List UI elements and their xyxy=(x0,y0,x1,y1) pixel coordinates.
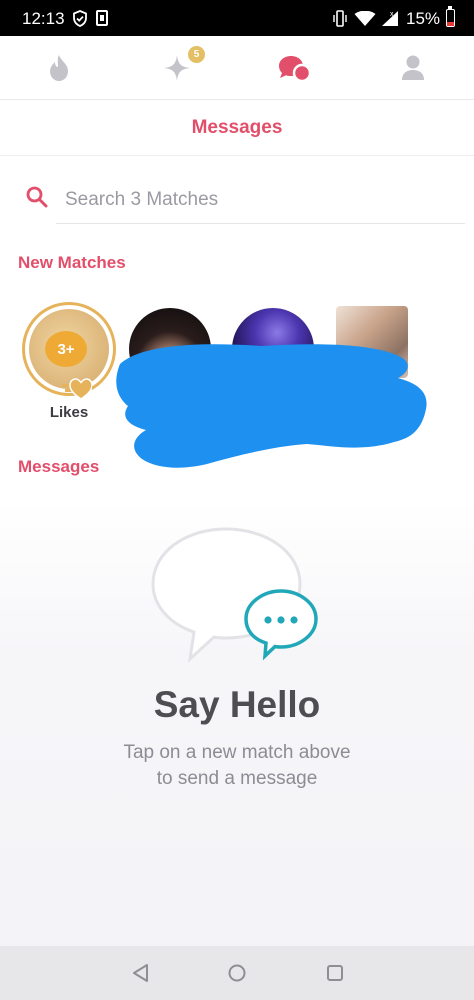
empty-state-hint: Tap on a new match above to send a messa… xyxy=(87,740,387,792)
likes-count-badge: 3+ xyxy=(45,331,87,367)
status-time: 12:13 xyxy=(22,9,65,28)
nav-discover-button[interactable] xyxy=(0,36,118,100)
sim-card-icon xyxy=(96,10,108,26)
nav-messages-button[interactable] xyxy=(236,36,354,100)
search-icon xyxy=(26,186,48,208)
empty-state-hint-line-2: to send a message xyxy=(156,768,318,789)
page-header: Messages xyxy=(0,100,474,156)
recents-button[interactable] xyxy=(322,960,348,986)
vibrate-icon xyxy=(333,10,347,27)
recents-icon xyxy=(327,965,343,981)
home-button[interactable] xyxy=(224,960,250,986)
battery-percent: 15% xyxy=(406,9,441,28)
empty-state-title: Say Hello xyxy=(153,684,321,725)
likes-label: Likes xyxy=(49,404,89,421)
redaction-scribble xyxy=(116,344,427,468)
likes-card[interactable]: 3+ Likes xyxy=(22,302,116,424)
gold-heart-icon xyxy=(62,378,92,400)
flame-icon xyxy=(50,55,68,81)
profile-icon xyxy=(402,55,424,80)
signal-icon: x xyxy=(382,11,398,26)
empty-state-hint-line-1: Tap on a new match above xyxy=(123,742,351,763)
top-picks-badge: 5 xyxy=(188,46,205,63)
status-bar: 12:13 x 15% xyxy=(0,0,474,36)
sparkle-icon xyxy=(164,55,190,81)
shield-check-icon xyxy=(73,10,87,27)
nav-top-picks-button[interactable]: 5 xyxy=(118,36,236,100)
search-input[interactable] xyxy=(56,176,465,224)
page-title: Messages xyxy=(191,116,283,138)
nav-profile-button[interactable] xyxy=(354,36,472,100)
messages-section-title: Messages xyxy=(18,457,100,476)
home-icon xyxy=(228,964,246,982)
messages-screen: 12:13 x 15% 5 Messages Search 3 Matches … xyxy=(0,0,474,1000)
system-nav-bar xyxy=(0,946,474,1000)
chat-bubbles-icon xyxy=(279,56,312,83)
empty-chat-illustration-icon xyxy=(151,527,318,663)
top-nav: 5 xyxy=(0,36,474,100)
battery-icon xyxy=(446,6,455,27)
back-icon xyxy=(133,964,148,982)
new-matches-title: New Matches xyxy=(18,253,126,272)
back-button[interactable] xyxy=(128,960,154,986)
svg-text:x: x xyxy=(390,11,394,18)
wifi-icon xyxy=(354,11,376,26)
